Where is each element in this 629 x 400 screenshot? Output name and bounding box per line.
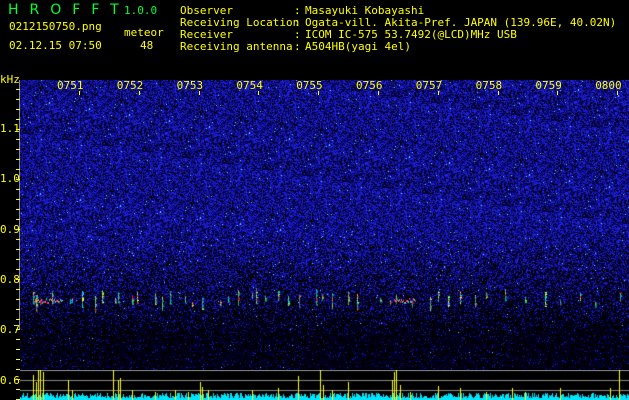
y-tick [16, 379, 20, 380]
y-tick [16, 299, 20, 300]
x-tick [437, 91, 439, 95]
x-tick [138, 91, 140, 95]
y-tick [16, 289, 20, 290]
logo-letter: F [91, 2, 111, 18]
y-tick [16, 209, 20, 210]
info-colon: : [294, 40, 301, 53]
y-axis-unit: kHz [0, 73, 20, 86]
info-value: A504HB(yagi 4el) [305, 40, 411, 53]
y-tick [16, 259, 20, 260]
y-axis-line [19, 80, 20, 330]
y-tick [16, 309, 20, 310]
y-tick-label: 0.7 [0, 323, 20, 337]
x-tick [497, 91, 499, 95]
y-tick [16, 149, 20, 150]
spectrogram [20, 80, 629, 370]
y-tick [16, 169, 20, 170]
y-tick [16, 279, 20, 280]
filename-label: 0212150750.png [9, 20, 102, 33]
app-logo: HROFFT [8, 2, 130, 18]
y-tick [16, 329, 20, 330]
y-tick [16, 229, 20, 230]
y-tick-label: 0.6 [0, 373, 20, 387]
y-tick [16, 199, 20, 200]
meteor-histogram [20, 370, 629, 400]
logo-letter: H [8, 2, 30, 18]
meteor-label: meteor [124, 26, 164, 39]
y-tick [16, 319, 20, 320]
y-tick [16, 119, 20, 120]
y-tick [16, 239, 20, 240]
y-tick [16, 89, 20, 90]
x-tick [198, 91, 200, 95]
y-tick [16, 249, 20, 250]
y-tick [16, 219, 20, 220]
y-tick [16, 269, 20, 270]
y-tick [16, 189, 20, 190]
x-tick [378, 91, 379, 95]
y-tick [16, 129, 20, 130]
version-label: 1.0.0 [124, 4, 158, 17]
y-tick [16, 159, 20, 160]
info-label: Receiving antenna [180, 40, 293, 53]
y-tick [16, 359, 20, 360]
y-tick [16, 369, 20, 370]
x-tick [617, 91, 619, 95]
y-tick [16, 109, 20, 110]
logo-letter: O [50, 2, 73, 18]
y-tick [16, 99, 20, 100]
y-tick [16, 349, 20, 350]
meteor-count: 48 [140, 39, 154, 52]
y-tick [16, 179, 20, 180]
x-tick [79, 91, 80, 95]
y-tick [16, 339, 20, 340]
x-tick [258, 91, 260, 95]
y-tick [16, 139, 20, 140]
logo-letter: F [72, 2, 92, 18]
x-tick [318, 91, 320, 95]
datetime-label: 02.12.15 07:50 [9, 39, 102, 52]
y-tick [16, 389, 20, 390]
logo-letter: R [29, 2, 51, 18]
x-tick [557, 91, 559, 95]
